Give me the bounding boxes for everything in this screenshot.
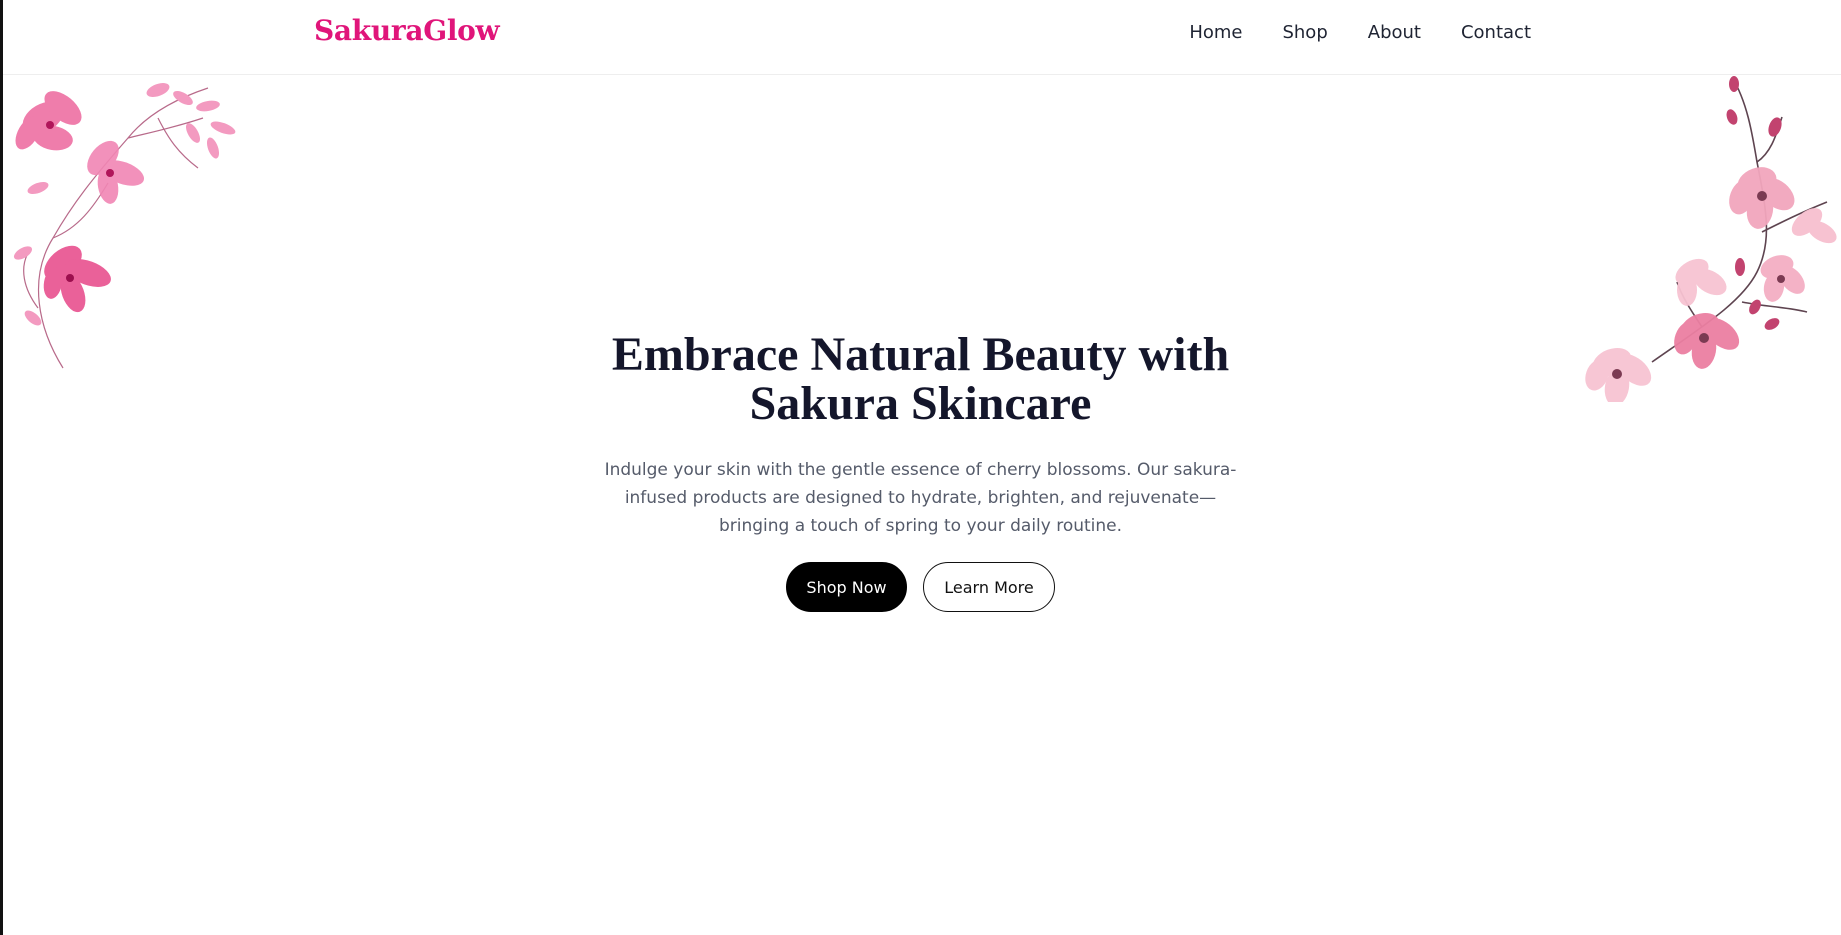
shop-now-button[interactable]: Shop Now [786, 562, 907, 612]
navbar: SakuraGlow Home Shop About Contact [3, 0, 1841, 75]
hero-title-line1: Embrace Natural Beauty with [611, 328, 1230, 381]
hero-buttons: Shop Now Learn More [0, 562, 1841, 612]
hero-section: Embrace Natural Beauty with Sakura Skinc… [0, 330, 1841, 612]
hero-description: Indulge your skin with the gentle essenc… [604, 460, 1237, 536]
main-nav: Home Shop About Contact [1189, 22, 1531, 43]
hero-title: Embrace Natural Beauty with Sakura Skinc… [571, 330, 1271, 428]
nav-link-shop[interactable]: Shop [1282, 22, 1327, 43]
hero-title-line2: Sakura Skincare [749, 377, 1092, 430]
learn-more-button[interactable]: Learn More [923, 562, 1055, 612]
nav-link-home[interactable]: Home [1189, 22, 1242, 43]
brand-logo[interactable]: SakuraGlow [314, 14, 500, 47]
cherry-blossom-right-icon [1585, 76, 1837, 402]
nav-link-about[interactable]: About [1368, 22, 1421, 43]
nav-link-contact[interactable]: Contact [1461, 22, 1531, 43]
page: SakuraGlow Home Shop About Contact Embra… [0, 0, 1841, 935]
cherry-blossom-left-icon [13, 83, 236, 369]
